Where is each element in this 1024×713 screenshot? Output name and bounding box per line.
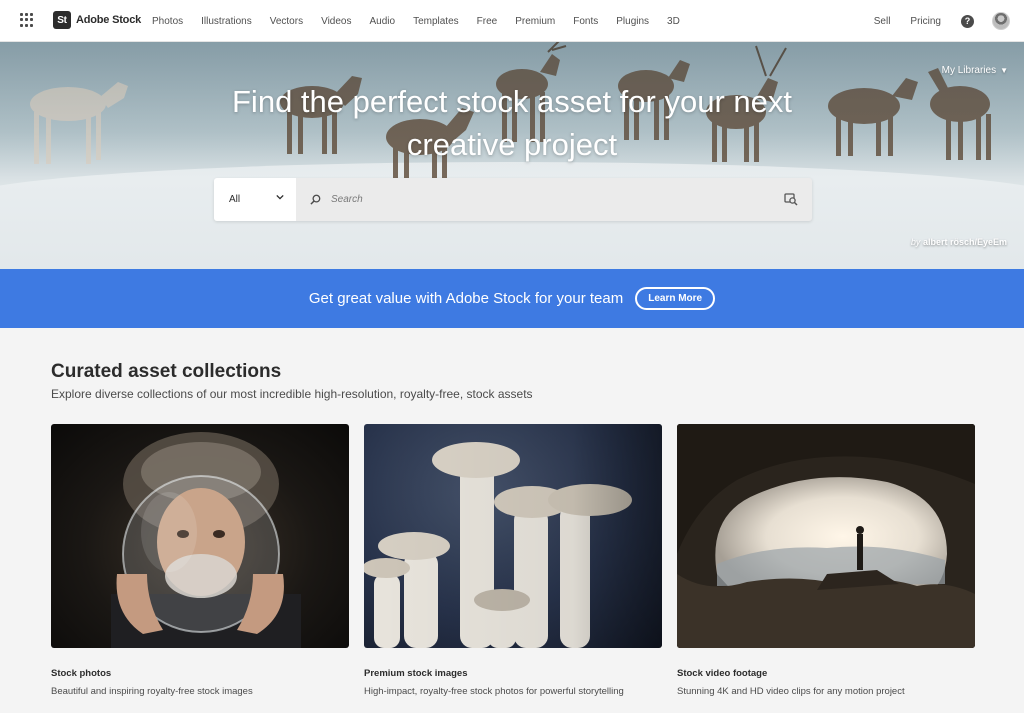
- nav-link-free[interactable]: Free: [477, 16, 498, 27]
- chevron-down-icon: [276, 194, 284, 200]
- nav-right: Sell Pricing ?: [854, 0, 1010, 42]
- photo-credit-name: albert rösch/EyeEm: [922, 237, 1007, 247]
- search-bar: All: [214, 178, 812, 221]
- adobe-stock-logo[interactable]: St: [53, 11, 71, 29]
- nav-link-pricing[interactable]: Pricing: [910, 16, 941, 27]
- search-icon: [310, 194, 321, 205]
- chevron-down-icon: ▼: [1000, 66, 1008, 75]
- app-grid-icon[interactable]: [20, 13, 34, 27]
- card-image-mushrooms[interactable]: [364, 424, 662, 648]
- nav-link-illustrations[interactable]: Illustrations: [201, 16, 252, 27]
- search-input[interactable]: [331, 194, 751, 205]
- hero-title-line-1: Find the perfect stock asset for your ne…: [232, 84, 792, 119]
- collection-card-premium[interactable]: Premium stock images High-impact, royalt…: [364, 424, 662, 697]
- top-navigation: St Adobe Stock Photos Illustrations Vect…: [0, 0, 1024, 42]
- card-image-portrait[interactable]: [51, 424, 349, 648]
- hero-title-line-2: creative project: [406, 127, 618, 162]
- portrait-illustration: [111, 432, 301, 648]
- nav-link-templates[interactable]: Templates: [413, 16, 459, 27]
- search-category-select[interactable]: All: [214, 178, 296, 221]
- nav-link-photos[interactable]: Photos: [152, 16, 183, 27]
- nav-link-3d[interactable]: 3D: [667, 16, 680, 27]
- help-icon[interactable]: ?: [961, 14, 974, 28]
- team-promo-banner: Get great value with Adobe Stock for you…: [0, 269, 1024, 328]
- nav-link-audio[interactable]: Audio: [369, 16, 395, 27]
- card-title[interactable]: Stock video footage: [677, 668, 975, 679]
- visual-search-icon[interactable]: [784, 192, 798, 206]
- card-description: Beautiful and inspiring royalty-free sto…: [51, 686, 253, 697]
- card-title[interactable]: Premium stock images: [364, 668, 662, 679]
- collection-card-stock-photos[interactable]: Stock photos Beautiful and inspiring roy…: [51, 424, 349, 697]
- section-title: Curated asset collections: [51, 361, 282, 382]
- nav-link-premium[interactable]: Premium: [515, 16, 555, 27]
- photo-credit-by: by: [910, 237, 921, 247]
- banner-text: Get great value with Adobe Stock for you…: [308, 290, 624, 307]
- mushroom-illustration: [364, 424, 662, 648]
- nav-link-sell[interactable]: Sell: [874, 16, 891, 27]
- search-category-value: All: [229, 194, 241, 205]
- nav-link-fonts[interactable]: Fonts: [573, 16, 598, 27]
- my-libraries-button[interactable]: My Libraries ▼: [942, 65, 1008, 76]
- avatar[interactable]: [992, 12, 1010, 30]
- photo-credit: by albert rösch/EyeEm: [911, 237, 1007, 247]
- collection-card-video[interactable]: Stock video footage Stunning 4K and HD v…: [677, 424, 975, 697]
- card-title[interactable]: Stock photos: [51, 668, 349, 679]
- logo-text[interactable]: Adobe Stock: [76, 14, 141, 26]
- category-nav: Photos Illustrations Vectors Videos Audi…: [152, 0, 698, 42]
- card-description: High-impact, royalty-free stock photos f…: [364, 686, 624, 697]
- nav-link-videos[interactable]: Videos: [321, 16, 351, 27]
- nav-link-vectors[interactable]: Vectors: [270, 16, 303, 27]
- cave-illustration: [677, 424, 975, 648]
- hero-title: Find the perfect stock asset for your ne…: [0, 80, 1024, 166]
- section-subtitle: Explore diverse collections of our most …: [51, 387, 533, 401]
- my-libraries-label: My Libraries: [941, 65, 997, 76]
- learn-more-button[interactable]: Learn More: [635, 287, 716, 310]
- nav-link-plugins[interactable]: Plugins: [616, 16, 649, 27]
- hero-banner: My Libraries ▼ Find the perfect stock ass…: [0, 42, 1024, 269]
- card-description: Stunning 4K and HD video clips for any m…: [677, 686, 905, 697]
- search-field: [296, 178, 812, 221]
- card-image-cave[interactable]: [677, 424, 975, 648]
